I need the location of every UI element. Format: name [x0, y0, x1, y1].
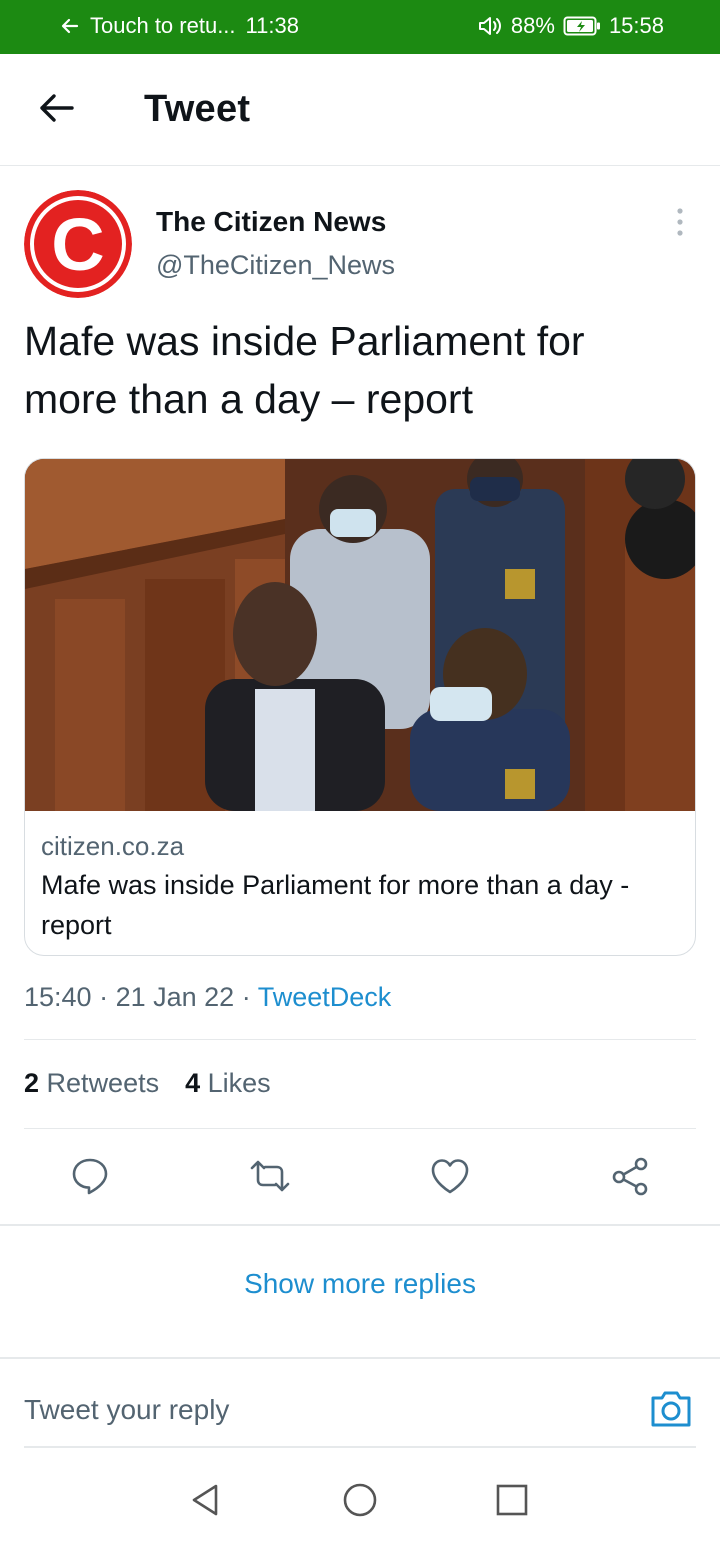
volume-icon — [477, 14, 503, 38]
card-image — [25, 459, 695, 811]
return-to-call[interactable]: Touch to retu... 11:38 — [60, 13, 299, 39]
nav-recents-button[interactable] — [488, 1478, 536, 1526]
section-divider — [0, 1357, 720, 1359]
battery-percent: 88% — [510, 13, 555, 38]
avatar-letter: C — [51, 203, 104, 286]
page-title: Tweet — [144, 88, 251, 130]
divider — [24, 1039, 696, 1040]
tweet-time: 15:40 — [24, 982, 92, 1012]
app-header: Tweet — [0, 54, 720, 166]
arrow-left-icon — [60, 16, 80, 36]
return-call-text: Touch to retu... — [90, 13, 236, 38]
reply-button[interactable] — [62, 1152, 118, 1204]
home-circle-icon — [342, 1482, 378, 1523]
back-triangle-icon — [188, 1482, 224, 1523]
camera-button[interactable] — [648, 1386, 694, 1432]
more-options-button[interactable] — [670, 206, 690, 238]
section-divider — [0, 1224, 720, 1226]
tweet-stats: 2 Retweets 4 Likes — [24, 1068, 271, 1099]
recents-square-icon — [494, 1482, 530, 1523]
author-handle[interactable]: @TheCitizen_News — [156, 250, 395, 281]
reply-icon — [70, 1156, 110, 1201]
more-vertical-icon — [670, 208, 690, 242]
tweet-date: 21 Jan 22 — [115, 982, 235, 1012]
meta-separator: · — [99, 982, 116, 1012]
retweet-icon — [248, 1158, 292, 1199]
tweet-meta: 15:40 · 21 Jan 22 · TweetDeck — [24, 982, 391, 1013]
card-title: Mafe was inside Parliament for more than… — [41, 870, 630, 940]
back-arrow-icon — [37, 92, 75, 129]
divider — [24, 1128, 696, 1129]
tweet-text: Mafe was inside Parliament for more than… — [24, 318, 585, 422]
like-button[interactable] — [422, 1152, 478, 1204]
battery-icon — [563, 15, 601, 37]
tweet-source-link[interactable]: TweetDeck — [258, 982, 392, 1012]
nav-home-button[interactable] — [336, 1478, 384, 1526]
retweets-count: 2 — [24, 1068, 40, 1098]
show-more-replies-button[interactable]: Show more replies — [0, 1268, 720, 1300]
avatar[interactable]: C — [24, 190, 132, 298]
camera-icon — [648, 1391, 694, 1436]
meta-separator: · — [241, 982, 258, 1012]
retweets-stat[interactable]: 2 Retweets — [24, 1068, 159, 1099]
retweets-label: Retweets — [46, 1068, 160, 1098]
share-icon — [610, 1156, 650, 1201]
call-time: 11:38 — [245, 13, 299, 38]
likes-stat[interactable]: 4 Likes — [185, 1068, 271, 1099]
reply-input[interactable] — [24, 1390, 624, 1430]
retweet-button[interactable] — [242, 1152, 298, 1204]
likes-count: 4 — [185, 1068, 201, 1098]
share-button[interactable] — [602, 1152, 658, 1204]
link-card[interactable]: citizen.co.za Mafe was inside Parliament… — [24, 458, 696, 956]
card-domain: citizen.co.za — [41, 831, 185, 861]
author-name[interactable]: The Citizen News — [156, 206, 386, 238]
back-button[interactable] — [30, 88, 82, 132]
nav-back-button[interactable] — [182, 1478, 230, 1526]
likes-label: Likes — [207, 1068, 271, 1098]
reply-underline — [24, 1446, 696, 1448]
status-bar: Touch to retu... 11:38 88% 15:58 — [0, 0, 720, 54]
status-clock: 15:58 — [608, 13, 664, 38]
like-icon — [430, 1157, 470, 1200]
